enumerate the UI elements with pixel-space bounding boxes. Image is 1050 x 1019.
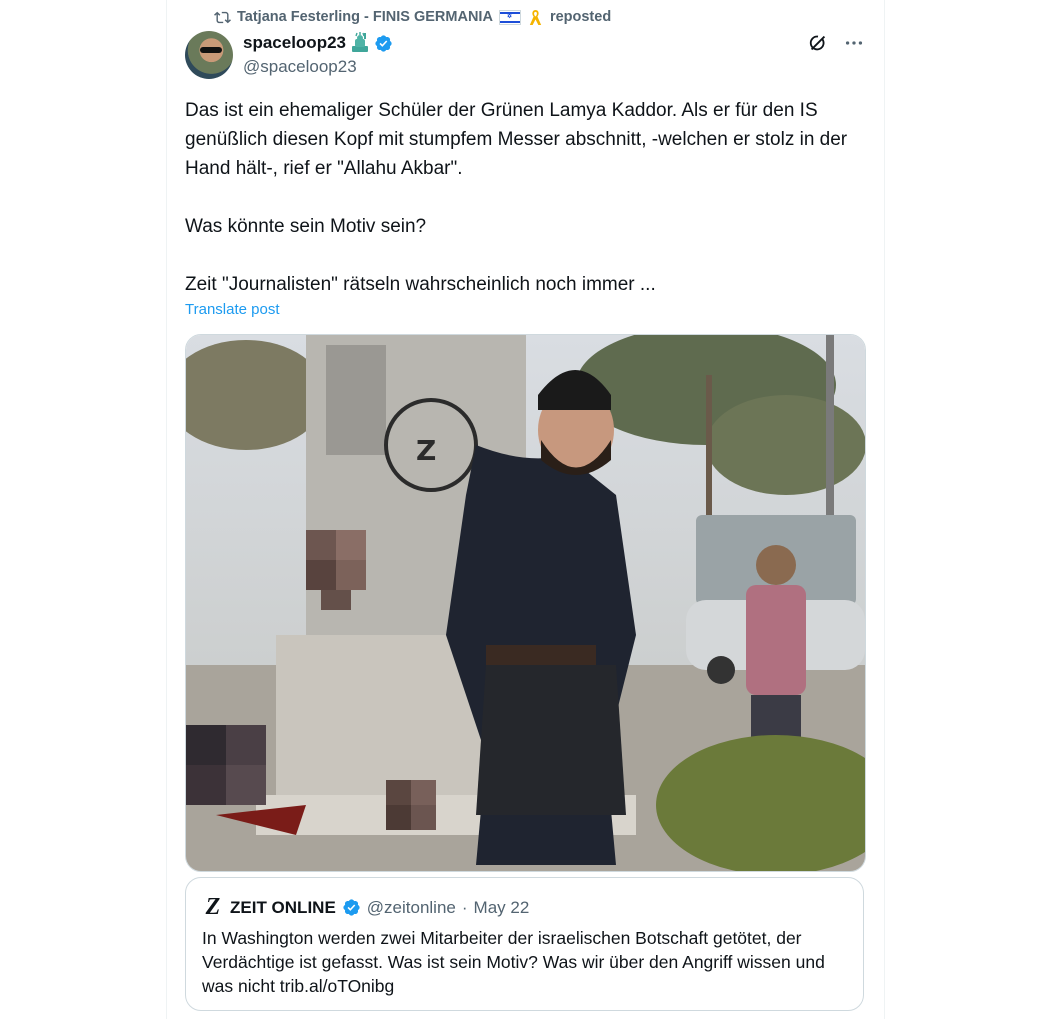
- post-media-image[interactable]: Z: [185, 334, 866, 872]
- post-top-actions: [807, 32, 865, 54]
- quoted-author-name[interactable]: ZEIT ONLINE: [230, 898, 336, 918]
- meta-separator: ·: [461, 897, 468, 917]
- israel-flag-icon: ✡: [498, 9, 521, 25]
- grok-icon[interactable]: [807, 32, 829, 54]
- post-paragraph: Was könnte sein Motiv sein?: [185, 216, 427, 237]
- more-icon[interactable]: [843, 32, 865, 54]
- avatar[interactable]: [185, 31, 233, 79]
- author-name-row: spaceloop23: [243, 32, 393, 54]
- quoted-post-text: In Washington werden zwei Mitarbeiter de…: [202, 928, 825, 996]
- statue-of-liberty-icon: [352, 32, 368, 52]
- translate-post-link[interactable]: Translate post: [185, 301, 280, 318]
- avatar-sunglasses: [200, 47, 222, 53]
- quoted-post-date[interactable]: May 22: [474, 898, 530, 918]
- author-handle[interactable]: @spaceloop23: [243, 57, 357, 77]
- author-name[interactable]: spaceloop23: [243, 33, 346, 53]
- verified-badge-icon[interactable]: [342, 898, 361, 917]
- repost-icon: [214, 11, 231, 23]
- post-paragraph: Das ist ein ehemaliger Schüler der Grüne…: [185, 100, 848, 179]
- zeit-logo-icon[interactable]: Z: [202, 894, 224, 921]
- yellow-ribbon-icon: [529, 9, 542, 25]
- repost-user[interactable]: Tatjana Festerling - FINIS GERMANIA: [237, 9, 493, 25]
- column-border-left: [166, 0, 167, 1019]
- quoted-post[interactable]: Z ZEIT ONLINE @zeitonline · May 22 In Wa…: [185, 877, 864, 1011]
- quoted-author-handle[interactable]: @zeitonline: [367, 898, 456, 918]
- svg-text:Z: Z: [416, 434, 436, 467]
- column-border-right: [884, 0, 885, 1019]
- photo-illustration: Z: [186, 335, 865, 871]
- post-paragraph: Zeit "Journalisten" rätseln wahrscheinli…: [185, 274, 656, 295]
- repost-label: reposted: [549, 9, 612, 25]
- repost-header: Tatjana Festerling - FINIS GERMANIA ✡ re…: [214, 6, 611, 28]
- verified-badge-icon[interactable]: [374, 34, 393, 53]
- quoted-post-header: Z ZEIT ONLINE @zeitonline · May 22: [202, 894, 530, 921]
- post-text: Das ist ein ehemaliger Schüler der Grüne…: [185, 96, 865, 299]
